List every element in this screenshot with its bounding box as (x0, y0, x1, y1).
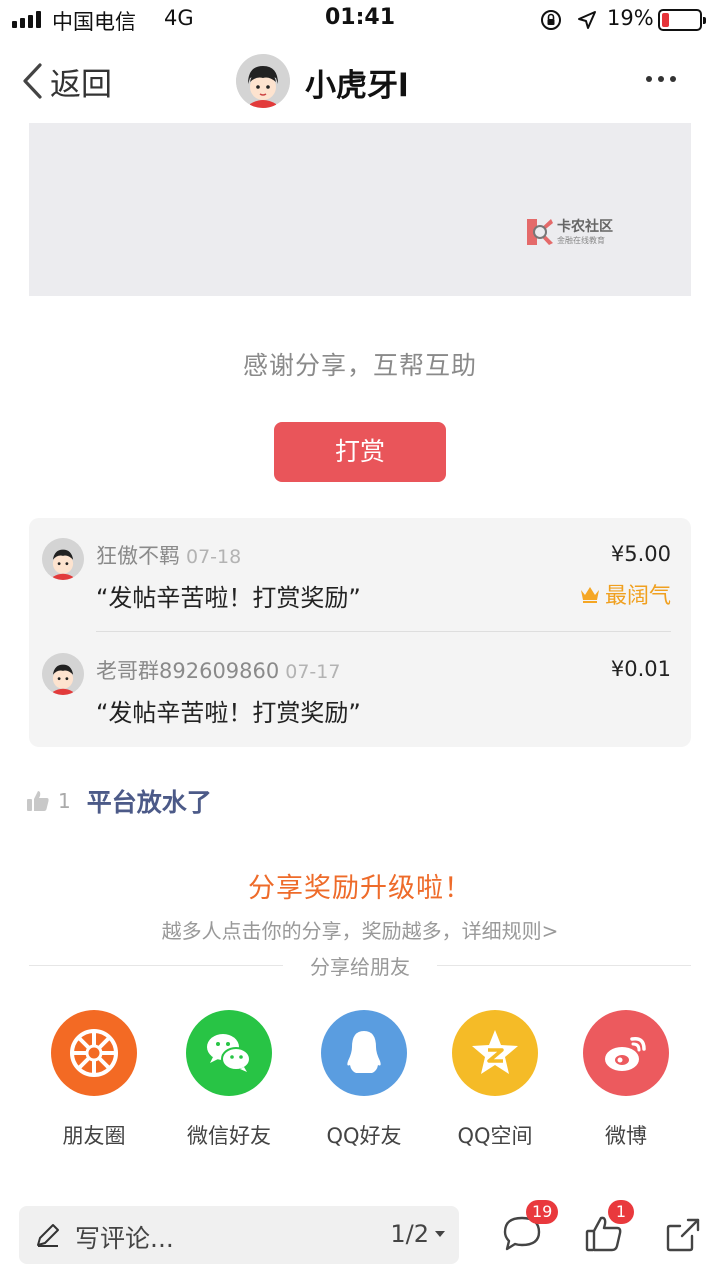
comment-count-badge: 19 (526, 1200, 559, 1224)
reward-button[interactable]: 打赏 (274, 422, 446, 482)
share-icon (666, 1218, 700, 1252)
share-moments-button[interactable]: 朋友圈 (34, 1010, 154, 1150)
reward-amount: ¥0.01 (610, 657, 671, 681)
divider (96, 631, 671, 632)
like-count: 1 (58, 789, 71, 813)
pencil-icon (37, 1224, 59, 1247)
qq-icon (347, 1031, 381, 1073)
chevron-left-icon (23, 63, 42, 99)
thumbs-up-icon (27, 791, 49, 811)
avatar-face-icon (42, 538, 84, 580)
share-divider: 分享给朋友 (29, 951, 691, 979)
kanong-logo-icon (527, 219, 553, 245)
comment-input[interactable]: 写评论... 1/2 (19, 1206, 459, 1264)
reward-thanks-text: 感谢分享，互帮互助 (242, 351, 477, 380)
more-icon (646, 76, 652, 82)
location-arrow-icon (578, 11, 596, 29)
orientation-lock-icon (541, 10, 561, 30)
avatar-face-icon (42, 653, 84, 695)
share-label: 微博 (605, 1124, 647, 1148)
reward-message: “发帖辛苦啦！打赏奖励” (96, 699, 361, 727)
watermark: 卡农社区 金融在线教育 (525, 215, 635, 251)
share-weibo-button[interactable]: 微博 (566, 1010, 686, 1150)
avatar-face-icon (236, 54, 290, 108)
status-bar: 中国电信 4G 01:41 19% (0, 0, 720, 40)
battery-percent: 19% (607, 6, 654, 30)
share-icon-circle (321, 1010, 407, 1096)
share-label: QQ好友 (326, 1124, 402, 1148)
crown-icon (580, 587, 599, 603)
author-name[interactable]: 小虎牙l (305, 60, 409, 105)
watermark-title: 卡农社区 (557, 219, 613, 235)
weibo-icon (605, 1036, 646, 1071)
back-button[interactable]: 返回 (20, 60, 112, 103)
reward-item: 老哥群892609860 07-17 “发帖辛苦啦！打赏奖励” ¥0.01 (29, 633, 691, 743)
like-count-badge: 1 (608, 1200, 634, 1224)
reward-user-name[interactable]: 狂傲不羁 (96, 544, 180, 568)
reward-list: 狂傲不羁 07-18 “发帖辛苦啦！打赏奖励” ¥5.00 最阔气 老哥群8926… (29, 518, 691, 747)
reward-date: 07-18 (186, 546, 242, 568)
caret-down-icon (435, 1231, 445, 1237)
like-button[interactable]: 1 (582, 1200, 634, 1256)
share-label: 微信好友 (187, 1124, 271, 1148)
reward-message: “发帖辛苦啦！打赏奖励” (96, 584, 361, 612)
comments-button[interactable]: 19 (500, 1200, 559, 1256)
top-reward-badge: 最阔气 (579, 578, 671, 610)
qzone-icon (472, 1030, 518, 1074)
share-label: QQ空间 (457, 1124, 533, 1148)
share-icon-circle (51, 1010, 137, 1096)
moments-icon (70, 1029, 118, 1077)
more-button[interactable] (646, 76, 676, 82)
reward-user-name[interactable]: 老哥群892609860 (96, 659, 279, 683)
share-icon-circle (452, 1010, 538, 1096)
share-icon-circle (186, 1010, 272, 1096)
share-icon-circle (583, 1010, 669, 1096)
reward-date: 07-17 (285, 661, 341, 683)
page-indicator-label: 1/2 (390, 1220, 429, 1248)
share-wechat-button[interactable]: 微信好友 (169, 1010, 289, 1150)
comment-placeholder: 写评论... (75, 1224, 174, 1253)
share-qzone-button[interactable]: QQ空间 (435, 1010, 555, 1150)
back-label: 返回 (50, 66, 112, 103)
watermark-subtitle: 金融在线教育 (557, 236, 605, 245)
like-user-name[interactable]: 平台放水了 (87, 783, 212, 819)
share-button[interactable] (662, 1212, 706, 1256)
share-label: 朋友圈 (62, 1124, 126, 1148)
share-rules-link[interactable]: 越多人点击你的分享，奖励越多，详细规则> (0, 915, 720, 944)
nav-bar: 返回 小虎牙l (0, 40, 720, 122)
post-image[interactable]: 卡农社区 金融在线教育 (29, 123, 691, 296)
wechat-icon (207, 1034, 251, 1072)
reward-amount: ¥5.00 (610, 542, 671, 566)
avatar[interactable] (42, 653, 84, 695)
share-divider-label: 分享给朋友 (310, 955, 410, 979)
reward-item: 狂傲不羁 07-18 “发帖辛苦啦！打赏奖励” ¥5.00 最阔气 (29, 518, 691, 632)
share-qq-button[interactable]: QQ好友 (304, 1010, 424, 1150)
author-avatar[interactable] (236, 54, 290, 108)
badge-label: 最阔气 (604, 584, 671, 609)
bottom-bar: 写评论... 1/2 19 1 (0, 1198, 720, 1280)
like-row[interactable]: 1 平台放水了 (26, 784, 212, 818)
share-title: 分享奖励升级啦！ (248, 873, 472, 904)
avatar[interactable] (42, 538, 84, 580)
battery-icon (658, 9, 706, 31)
page-indicator[interactable]: 1/2 (390, 1220, 445, 1248)
